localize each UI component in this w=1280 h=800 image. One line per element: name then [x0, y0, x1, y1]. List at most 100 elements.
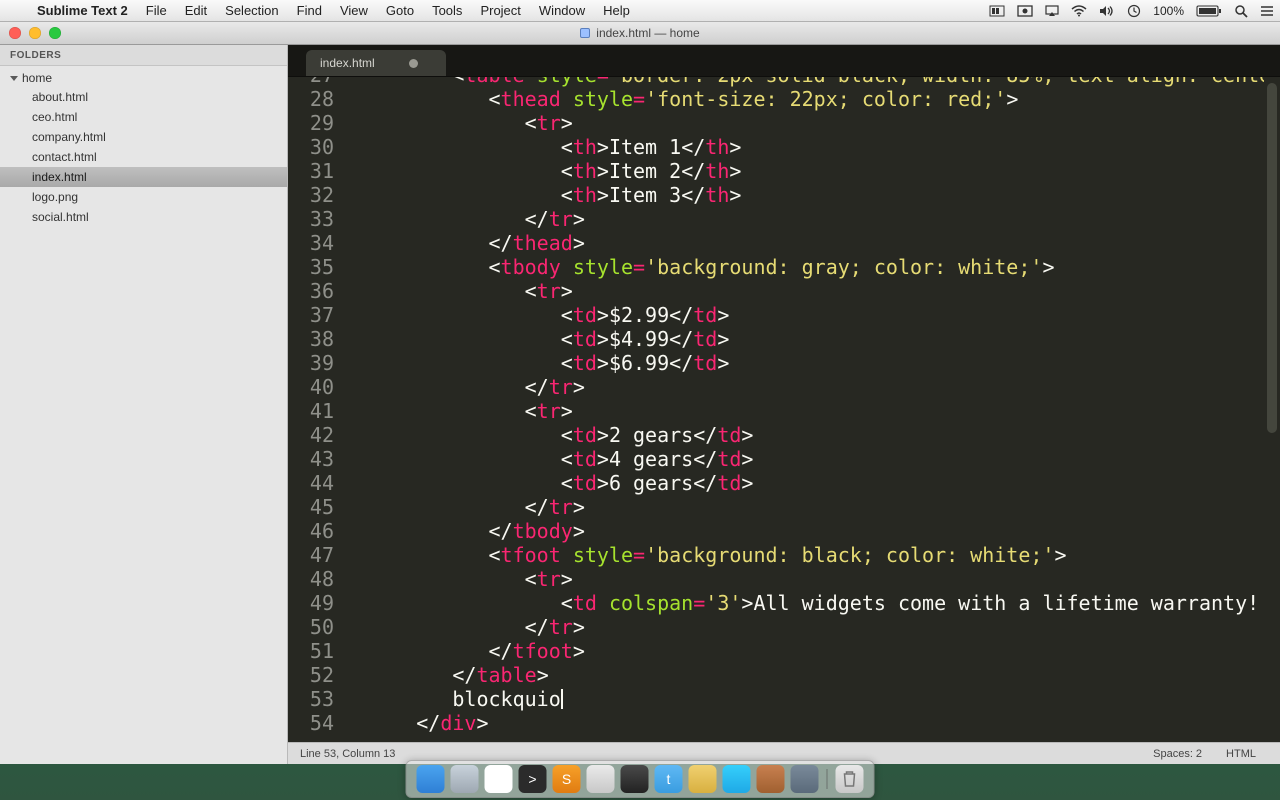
- line-number: 48: [288, 567, 334, 591]
- dock-app4[interactable]: [757, 765, 785, 793]
- volume-icon[interactable]: [1093, 5, 1121, 17]
- file-item[interactable]: social.html: [0, 207, 287, 227]
- screencap-icon[interactable]: [1011, 5, 1039, 17]
- code-line[interactable]: <td>2 gears</td>: [344, 423, 1264, 447]
- code-line[interactable]: <td>$4.99</td>: [344, 327, 1264, 351]
- code-line[interactable]: </tr>: [344, 207, 1264, 231]
- file-tree: home about.htmlceo.htmlcompany.htmlconta…: [0, 66, 287, 230]
- window-minimize-button[interactable]: [29, 27, 41, 39]
- line-number: 42: [288, 423, 334, 447]
- sidebar: FOLDERS home about.htmlceo.htmlcompany.h…: [0, 45, 288, 764]
- line-number: 36: [288, 279, 334, 303]
- code-line[interactable]: <tr>: [344, 111, 1264, 135]
- line-number: 50: [288, 615, 334, 639]
- code-line[interactable]: <tfoot style='background: black; color: …: [344, 543, 1264, 567]
- dock-launchpad[interactable]: [451, 765, 479, 793]
- menu-tools[interactable]: Tools: [423, 3, 471, 18]
- file-item[interactable]: company.html: [0, 127, 287, 147]
- code-line[interactable]: <td>$6.99</td>: [344, 351, 1264, 375]
- code-line[interactable]: <table style='border: 2px solid black; w…: [344, 77, 1264, 87]
- dock-app2[interactable]: [621, 765, 649, 793]
- editor-pane: index.html 27282930313233343536373839404…: [288, 45, 1280, 764]
- code-line[interactable]: <tbody style='background: gray; color: w…: [344, 255, 1264, 279]
- line-number: 43: [288, 447, 334, 471]
- file-item[interactable]: contact.html: [0, 147, 287, 167]
- code-area[interactable]: 2728293031323334353637383940414243444546…: [288, 77, 1280, 742]
- code-line[interactable]: <td>$2.99</td>: [344, 303, 1264, 327]
- code-line[interactable]: <td colspan='3'>All widgets come with a …: [344, 591, 1264, 615]
- tab-bar: index.html: [288, 45, 1280, 77]
- code-line[interactable]: <td>6 gears</td>: [344, 471, 1264, 495]
- file-item[interactable]: logo.png: [0, 187, 287, 207]
- window-close-button[interactable]: [9, 27, 21, 39]
- code-line[interactable]: <td>4 gears</td>: [344, 447, 1264, 471]
- line-number: 41: [288, 399, 334, 423]
- spotlight-icon[interactable]: [1228, 4, 1254, 18]
- line-number: 49: [288, 591, 334, 615]
- menu-help[interactable]: Help: [594, 3, 639, 18]
- dock-twitter[interactable]: t: [655, 765, 683, 793]
- line-number: 51: [288, 639, 334, 663]
- line-number: 32: [288, 183, 334, 207]
- airplay-icon[interactable]: [1039, 5, 1065, 17]
- window-zoom-button[interactable]: [49, 27, 61, 39]
- line-number: 34: [288, 231, 334, 255]
- line-number: 38: [288, 327, 334, 351]
- dock-app1[interactable]: [587, 765, 615, 793]
- menu-window[interactable]: Window: [530, 3, 594, 18]
- menu-edit[interactable]: Edit: [176, 3, 216, 18]
- dock-sublime-text[interactable]: S: [553, 765, 581, 793]
- code-line[interactable]: <tr>: [344, 279, 1264, 303]
- dock-finder[interactable]: [417, 765, 445, 793]
- code-line[interactable]: </thead>: [344, 231, 1264, 255]
- code-line[interactable]: <tr>: [344, 567, 1264, 591]
- dock-trash[interactable]: [836, 765, 864, 793]
- syntax-setting[interactable]: HTML: [1214, 748, 1268, 760]
- code-line[interactable]: <thead style='font-size: 22px; color: re…: [344, 87, 1264, 111]
- dock-terminal[interactable]: >: [519, 765, 547, 793]
- dock-app5[interactable]: [791, 765, 819, 793]
- line-number: 37: [288, 303, 334, 327]
- code-line[interactable]: </tr>: [344, 375, 1264, 399]
- indent-setting[interactable]: Spaces: 2: [1141, 748, 1214, 760]
- menu-view[interactable]: View: [331, 3, 377, 18]
- dock-app3[interactable]: [689, 765, 717, 793]
- file-item[interactable]: about.html: [0, 87, 287, 107]
- code-line[interactable]: blockquio: [344, 687, 1264, 711]
- menu-find[interactable]: Find: [288, 3, 331, 18]
- code-line[interactable]: </tr>: [344, 495, 1264, 519]
- code-line[interactable]: </tr>: [344, 615, 1264, 639]
- code-line[interactable]: </table>: [344, 663, 1264, 687]
- file-item[interactable]: index.html: [0, 167, 287, 187]
- disclosure-triangle-icon[interactable]: [10, 76, 18, 81]
- app-menu[interactable]: Sublime Text 2: [28, 3, 137, 18]
- code-line[interactable]: </div>: [344, 711, 1264, 735]
- line-number: 35: [288, 255, 334, 279]
- code-line[interactable]: </tbody>: [344, 519, 1264, 543]
- battery-icon[interactable]: [1190, 5, 1228, 17]
- code-line[interactable]: <th>Item 2</th>: [344, 159, 1264, 183]
- code-line[interactable]: <th>Item 1</th>: [344, 135, 1264, 159]
- dock-messages[interactable]: [723, 765, 751, 793]
- notification-center-icon[interactable]: [1254, 5, 1280, 17]
- code-line[interactable]: </tfoot>: [344, 639, 1264, 663]
- line-number: 47: [288, 543, 334, 567]
- editor-tab[interactable]: index.html: [306, 50, 446, 76]
- folder-row[interactable]: home: [0, 69, 287, 87]
- code-line[interactable]: <tr>: [344, 399, 1264, 423]
- code-text[interactable]: <table style='border: 2px solid black; w…: [344, 77, 1264, 742]
- menu-project[interactable]: Project: [471, 3, 529, 18]
- line-number-gutter: 2728293031323334353637383940414243444546…: [288, 77, 344, 742]
- menu-selection[interactable]: Selection: [216, 3, 287, 18]
- vertical-scrollbar[interactable]: [1267, 83, 1277, 433]
- line-number: 31: [288, 159, 334, 183]
- timemachine-icon[interactable]: [1121, 4, 1147, 18]
- menu-goto[interactable]: Goto: [377, 3, 423, 18]
- code-line[interactable]: <th>Item 3</th>: [344, 183, 1264, 207]
- line-number: 44: [288, 471, 334, 495]
- menu-file[interactable]: File: [137, 3, 176, 18]
- dock-chrome[interactable]: [485, 765, 513, 793]
- menu-extra-icon[interactable]: [983, 5, 1011, 17]
- file-item[interactable]: ceo.html: [0, 107, 287, 127]
- wifi-icon[interactable]: [1065, 5, 1093, 17]
